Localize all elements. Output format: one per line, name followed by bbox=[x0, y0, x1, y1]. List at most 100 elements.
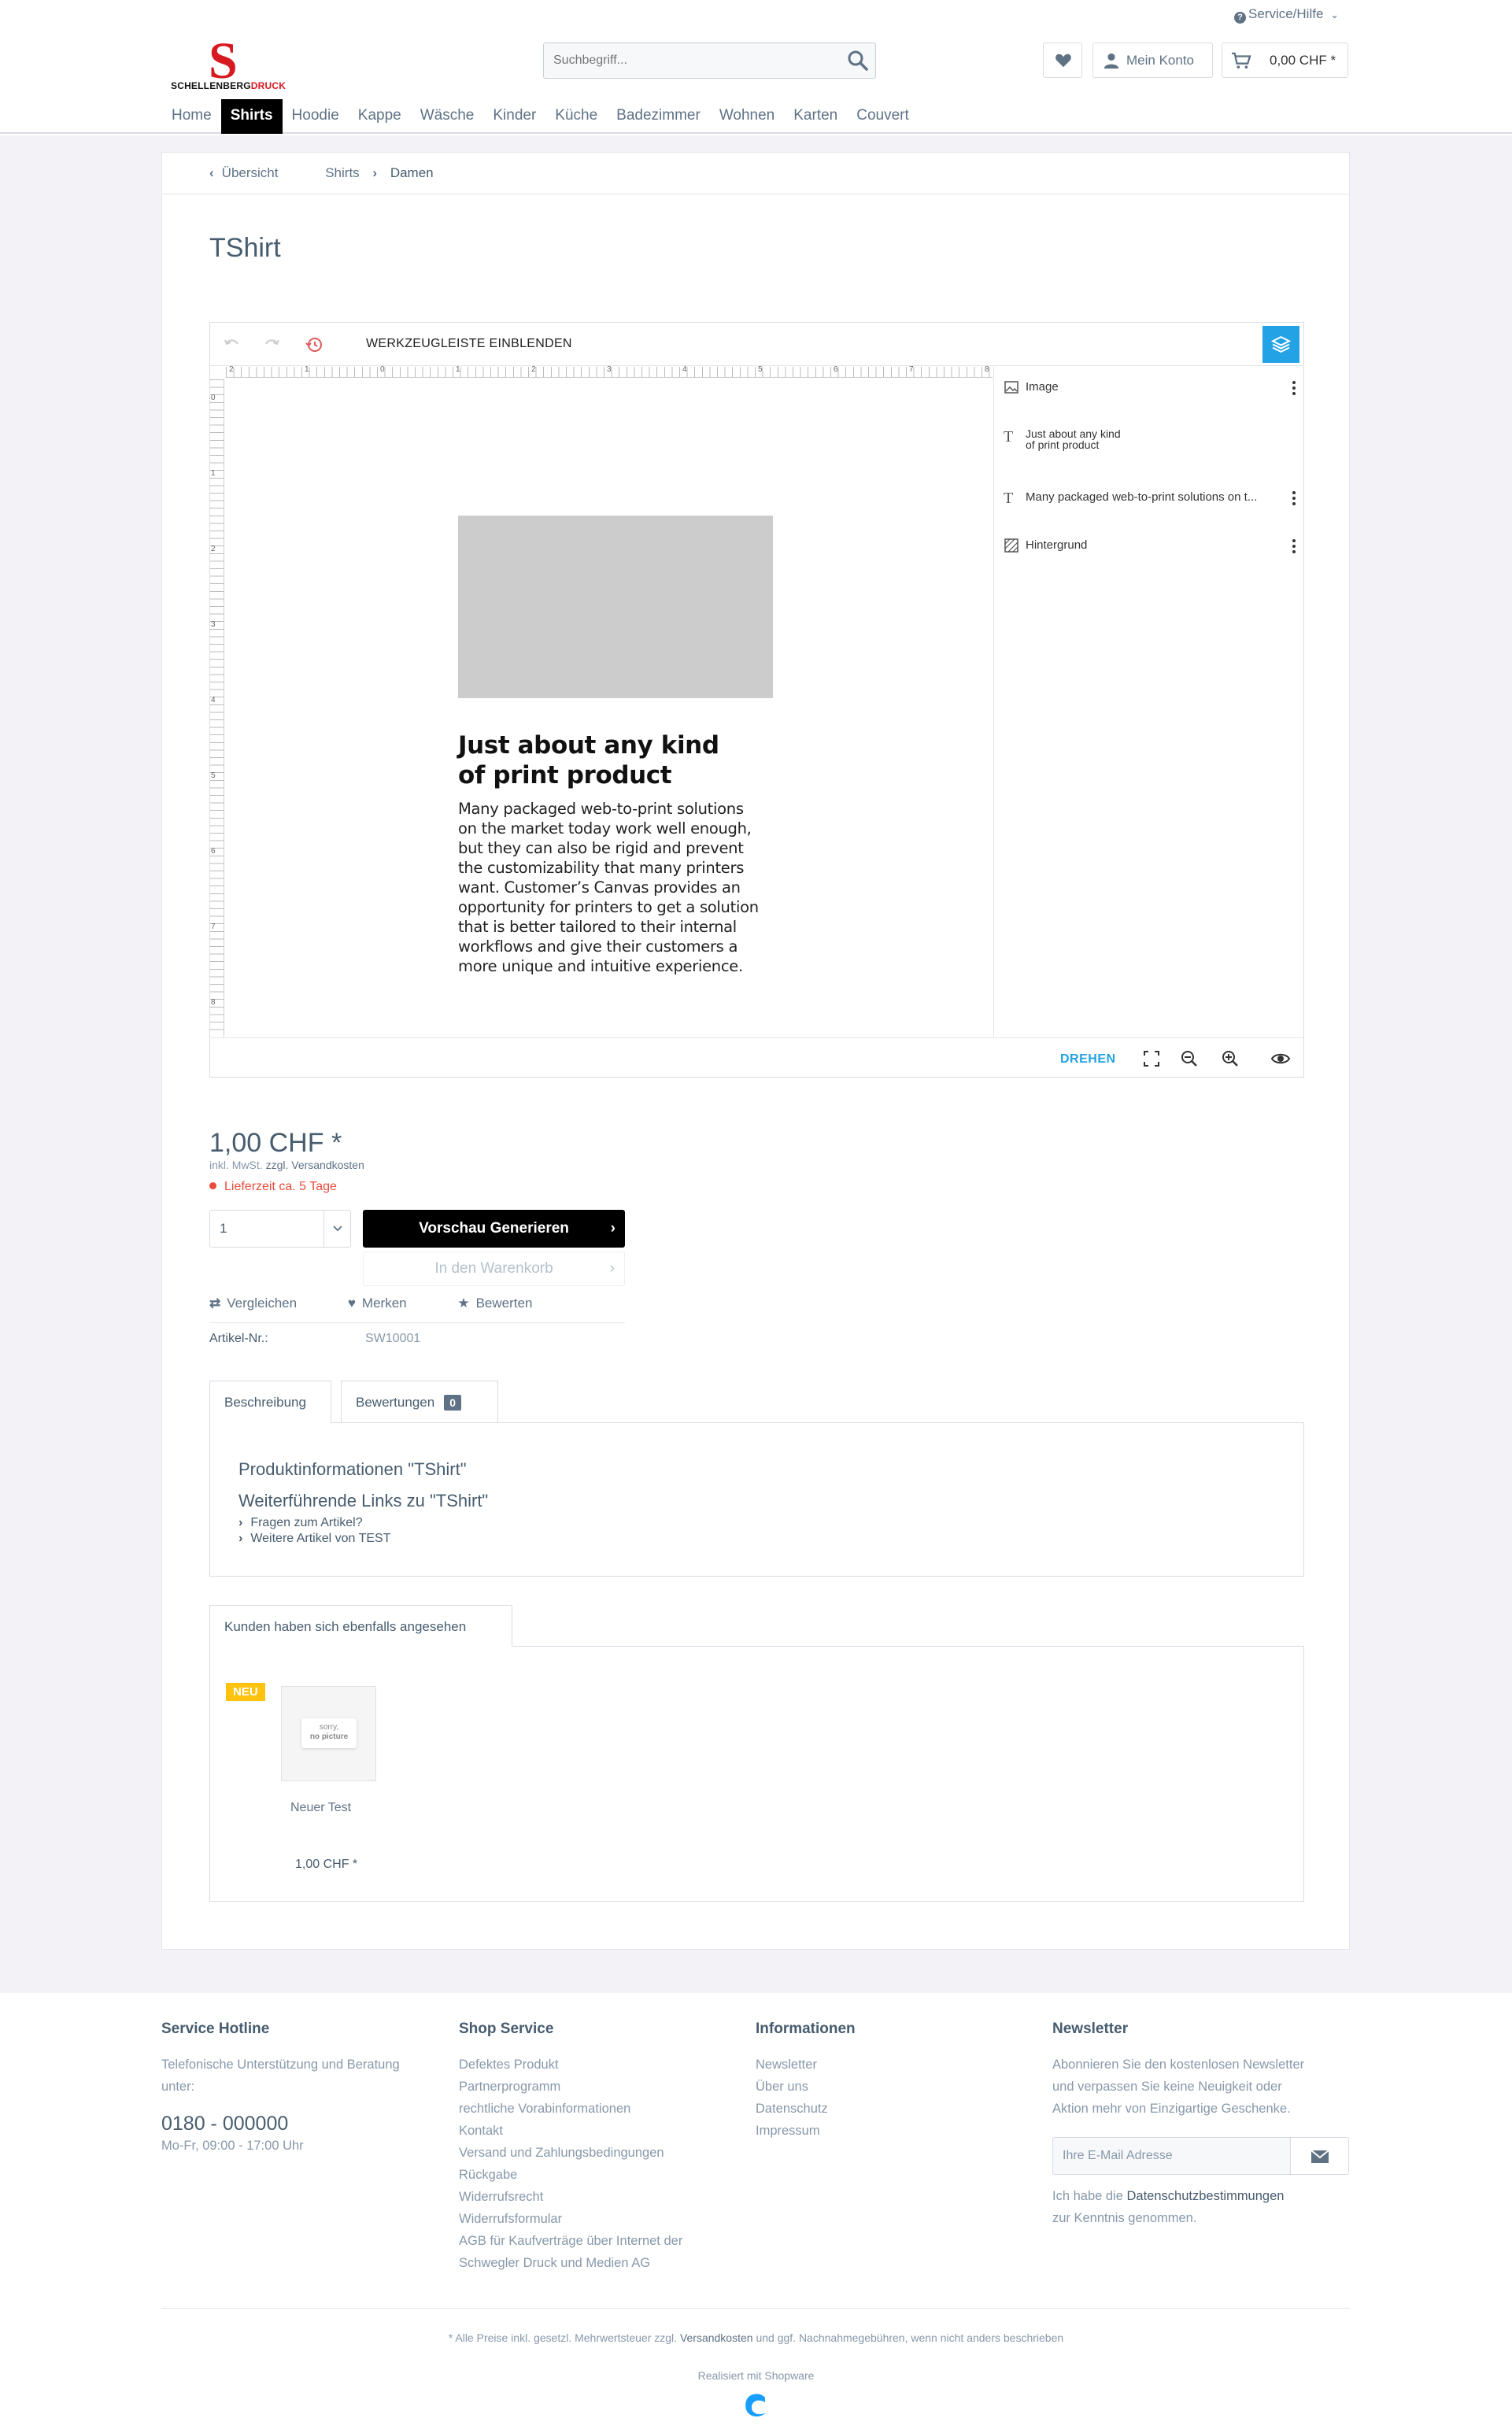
redo-icon[interactable] bbox=[262, 335, 281, 354]
layer-image[interactable]: Image bbox=[1004, 379, 1059, 395]
shopware-logo-icon[interactable] bbox=[741, 2391, 770, 2420]
newsletter-submit-button[interactable] bbox=[1291, 2137, 1349, 2175]
help-icon: ? bbox=[1234, 12, 1246, 24]
tab-also-viewed[interactable]: Kunden haben sich ebenfalls angesehen bbox=[209, 1605, 512, 1647]
ruler-tick-label: 2 bbox=[211, 545, 216, 553]
cart-button[interactable]: 0,00 CHF * bbox=[1222, 43, 1348, 78]
account-button[interactable]: Mein Konto bbox=[1092, 43, 1213, 78]
newsletter-email-input[interactable]: Ihre E-Mail Adresse bbox=[1052, 2137, 1291, 2175]
ruler-tick-label: 8 bbox=[211, 998, 216, 1007]
tab-reviews[interactable]: Bewertungen 0 bbox=[341, 1381, 498, 1423]
footer-link[interactable]: rechtliche Vorabinformationen bbox=[459, 2098, 742, 2120]
layers-button[interactable] bbox=[1262, 326, 1299, 363]
canvas-heading[interactable]: Just about any kind of print product bbox=[458, 730, 789, 790]
cart-icon bbox=[1232, 52, 1251, 69]
search-icon[interactable] bbox=[847, 50, 869, 72]
footer-link[interactable]: Versand und Zahlungsbedingungen bbox=[459, 2142, 742, 2164]
more-articles-link[interactable]: Weitere Artikel von TEST bbox=[238, 1532, 390, 1546]
add-to-cart-button[interactable]: In den Warenkorb › bbox=[363, 1252, 625, 1286]
more-icon[interactable] bbox=[1292, 539, 1296, 553]
design-canvas[interactable]: Just about any kind of print product Many… bbox=[225, 379, 993, 1037]
no-picture-image[interactable]: sorry, no picture bbox=[281, 1686, 376, 1781]
nav-item-hoodie[interactable]: Hoodie bbox=[283, 99, 349, 134]
quantity-select[interactable]: 1 bbox=[209, 1210, 351, 1248]
product-card: ‹ Übersicht Shirts › Damen TShirt WERKZEU… bbox=[161, 152, 1350, 1950]
rate-button[interactable]: ★ Bewerten bbox=[457, 1296, 556, 1311]
product-actions: ⇄ Vergleichen ♥ Merken ★ Bewerten bbox=[209, 1296, 579, 1311]
layer-background[interactable]: Hintergrund bbox=[1004, 538, 1087, 553]
footer-text: Telefonische Unterstützung und Beratung bbox=[161, 2058, 400, 2072]
body-line: workflows and give their customers a bbox=[458, 937, 738, 956]
footer-link[interactable]: Impressum bbox=[756, 2120, 1039, 2142]
rotate-button[interactable]: DREHEN bbox=[1060, 1052, 1116, 1067]
layer-text-heading[interactable]: T Just about any kind of print product bbox=[1004, 428, 1121, 450]
logo[interactable]: S SCHELLENBERGDRUCK bbox=[169, 35, 291, 93]
preview-eye-icon[interactable] bbox=[1271, 1049, 1290, 1068]
nav-item-shirts[interactable]: Shirts bbox=[220, 99, 283, 134]
more-icon[interactable] bbox=[1292, 381, 1296, 395]
canvas-body-text[interactable]: Many packaged web-to-print solutions on t… bbox=[458, 799, 789, 976]
vertical-ruler: 0 1 2 3 4 5 6 7 8 bbox=[210, 379, 224, 1037]
ask-question-link[interactable]: Fragen zum Artikel? bbox=[238, 1516, 362, 1530]
phone-number[interactable]: 0180 - 000000 bbox=[161, 2110, 445, 2137]
history-icon[interactable] bbox=[305, 335, 323, 354]
product-name[interactable]: Neuer Test bbox=[290, 1801, 351, 1815]
zoom-out-icon[interactable] bbox=[1180, 1049, 1199, 1068]
footer-link[interactable]: Rückgabe bbox=[459, 2164, 742, 2186]
footer-text: und verpassen Sie keine Neuigkeit oder bbox=[1052, 2080, 1282, 2094]
footer-link[interactable]: AGB für Kaufverträge über Internet der bbox=[459, 2230, 742, 2252]
footer-link[interactable]: Partnerprogramm bbox=[459, 2076, 742, 2098]
nav-item-wohnen[interactable]: Wohnen bbox=[710, 99, 784, 134]
nav-item-home[interactable]: Home bbox=[162, 99, 221, 134]
ruler-tick-label: 0 bbox=[380, 365, 385, 374]
footer-link[interactable]: Über uns bbox=[756, 2076, 1039, 2098]
breadcrumb-damen[interactable]: Damen bbox=[390, 165, 434, 180]
zoom-in-icon[interactable] bbox=[1221, 1049, 1240, 1068]
footer-link[interactable]: Schwegler Druck und Medien AG bbox=[459, 2252, 742, 2274]
chevron-right-icon: › bbox=[372, 165, 378, 180]
back-link[interactable]: ‹ Übersicht bbox=[209, 165, 278, 180]
footer-link[interactable]: Newsletter bbox=[756, 2054, 1039, 2076]
footer-link[interactable]: Datenschutz bbox=[756, 2098, 1039, 2120]
wishlist-button[interactable] bbox=[1043, 43, 1082, 78]
privacy-link[interactable]: Datenschutzbestimmungen bbox=[1127, 2189, 1285, 2203]
shipping-costs-link[interactable]: Versandkosten bbox=[680, 2331, 753, 2344]
more-icon[interactable] bbox=[1292, 491, 1296, 505]
tab-description[interactable]: Beschreibung bbox=[209, 1381, 331, 1424]
footer-link[interactable]: Kontakt bbox=[459, 2120, 742, 2142]
shipping-link[interactable]: zzgl. Versandkosten bbox=[266, 1159, 364, 1171]
compare-button[interactable]: ⇄ Vergleichen bbox=[209, 1296, 320, 1311]
nav-item-kappe[interactable]: Kappe bbox=[349, 99, 411, 134]
image-placeholder[interactable] bbox=[458, 516, 773, 698]
horizontal-ruler: 2 1 0 1 2 3 4 5 6 7 8 bbox=[226, 365, 993, 378]
search-input[interactable] bbox=[544, 43, 827, 78]
body-line: on the market today work well enough, bbox=[458, 819, 752, 837]
nav-item-couvert[interactable]: Couvert bbox=[847, 99, 919, 134]
show-toolbar-button[interactable]: WERKZEUGLEISTE EINBLENDEN bbox=[366, 337, 572, 351]
ruler-tick-label: 2 bbox=[531, 365, 536, 374]
footer-link[interactable]: Widerrufsrecht bbox=[459, 2186, 742, 2208]
breadcrumb-shirts[interactable]: Shirts bbox=[325, 165, 359, 180]
generate-preview-button[interactable]: Vorschau Generieren › bbox=[363, 1210, 625, 1248]
footer-link[interactable]: Widerrufsformular bbox=[459, 2208, 742, 2230]
layers-icon bbox=[1271, 335, 1291, 353]
footer-heading: Shop Service bbox=[459, 2021, 554, 2037]
body-line: more unique and intuitive experience. bbox=[458, 957, 743, 975]
nav-item-kinder[interactable]: Kinder bbox=[483, 99, 545, 134]
nav-item-küche[interactable]: Küche bbox=[545, 99, 607, 134]
nav-item-wäsche[interactable]: Wäsche bbox=[411, 99, 484, 134]
opening-hours: Mo-Fr, 09:00 - 17:00 Uhr bbox=[161, 2139, 304, 2153]
breadcrumb: ‹ Übersicht Shirts › Damen bbox=[209, 165, 434, 181]
nav-item-karten[interactable]: Karten bbox=[784, 99, 847, 134]
remember-button[interactable]: ♥ Merken bbox=[348, 1296, 431, 1311]
footer-hotline: Service Hotline Telefonische Unterstützu… bbox=[161, 2021, 445, 2154]
compare-icon: ⇄ bbox=[209, 1296, 221, 1311]
undo-icon[interactable] bbox=[223, 335, 242, 354]
fullscreen-icon[interactable] bbox=[1142, 1049, 1161, 1068]
ruler-tick-label: 1 bbox=[211, 469, 216, 478]
nav-item-badezimmer[interactable]: Badezimmer bbox=[607, 99, 710, 134]
service-menu[interactable]: ? Service/Hilfe ⌄ bbox=[1234, 6, 1339, 24]
footer-link[interactable]: Defektes Produkt bbox=[459, 2054, 742, 2076]
body-line: that is better tailored to their interna… bbox=[458, 918, 737, 936]
layer-text-body[interactable]: T Many packaged web-to-print solutions on… bbox=[1004, 490, 1257, 507]
